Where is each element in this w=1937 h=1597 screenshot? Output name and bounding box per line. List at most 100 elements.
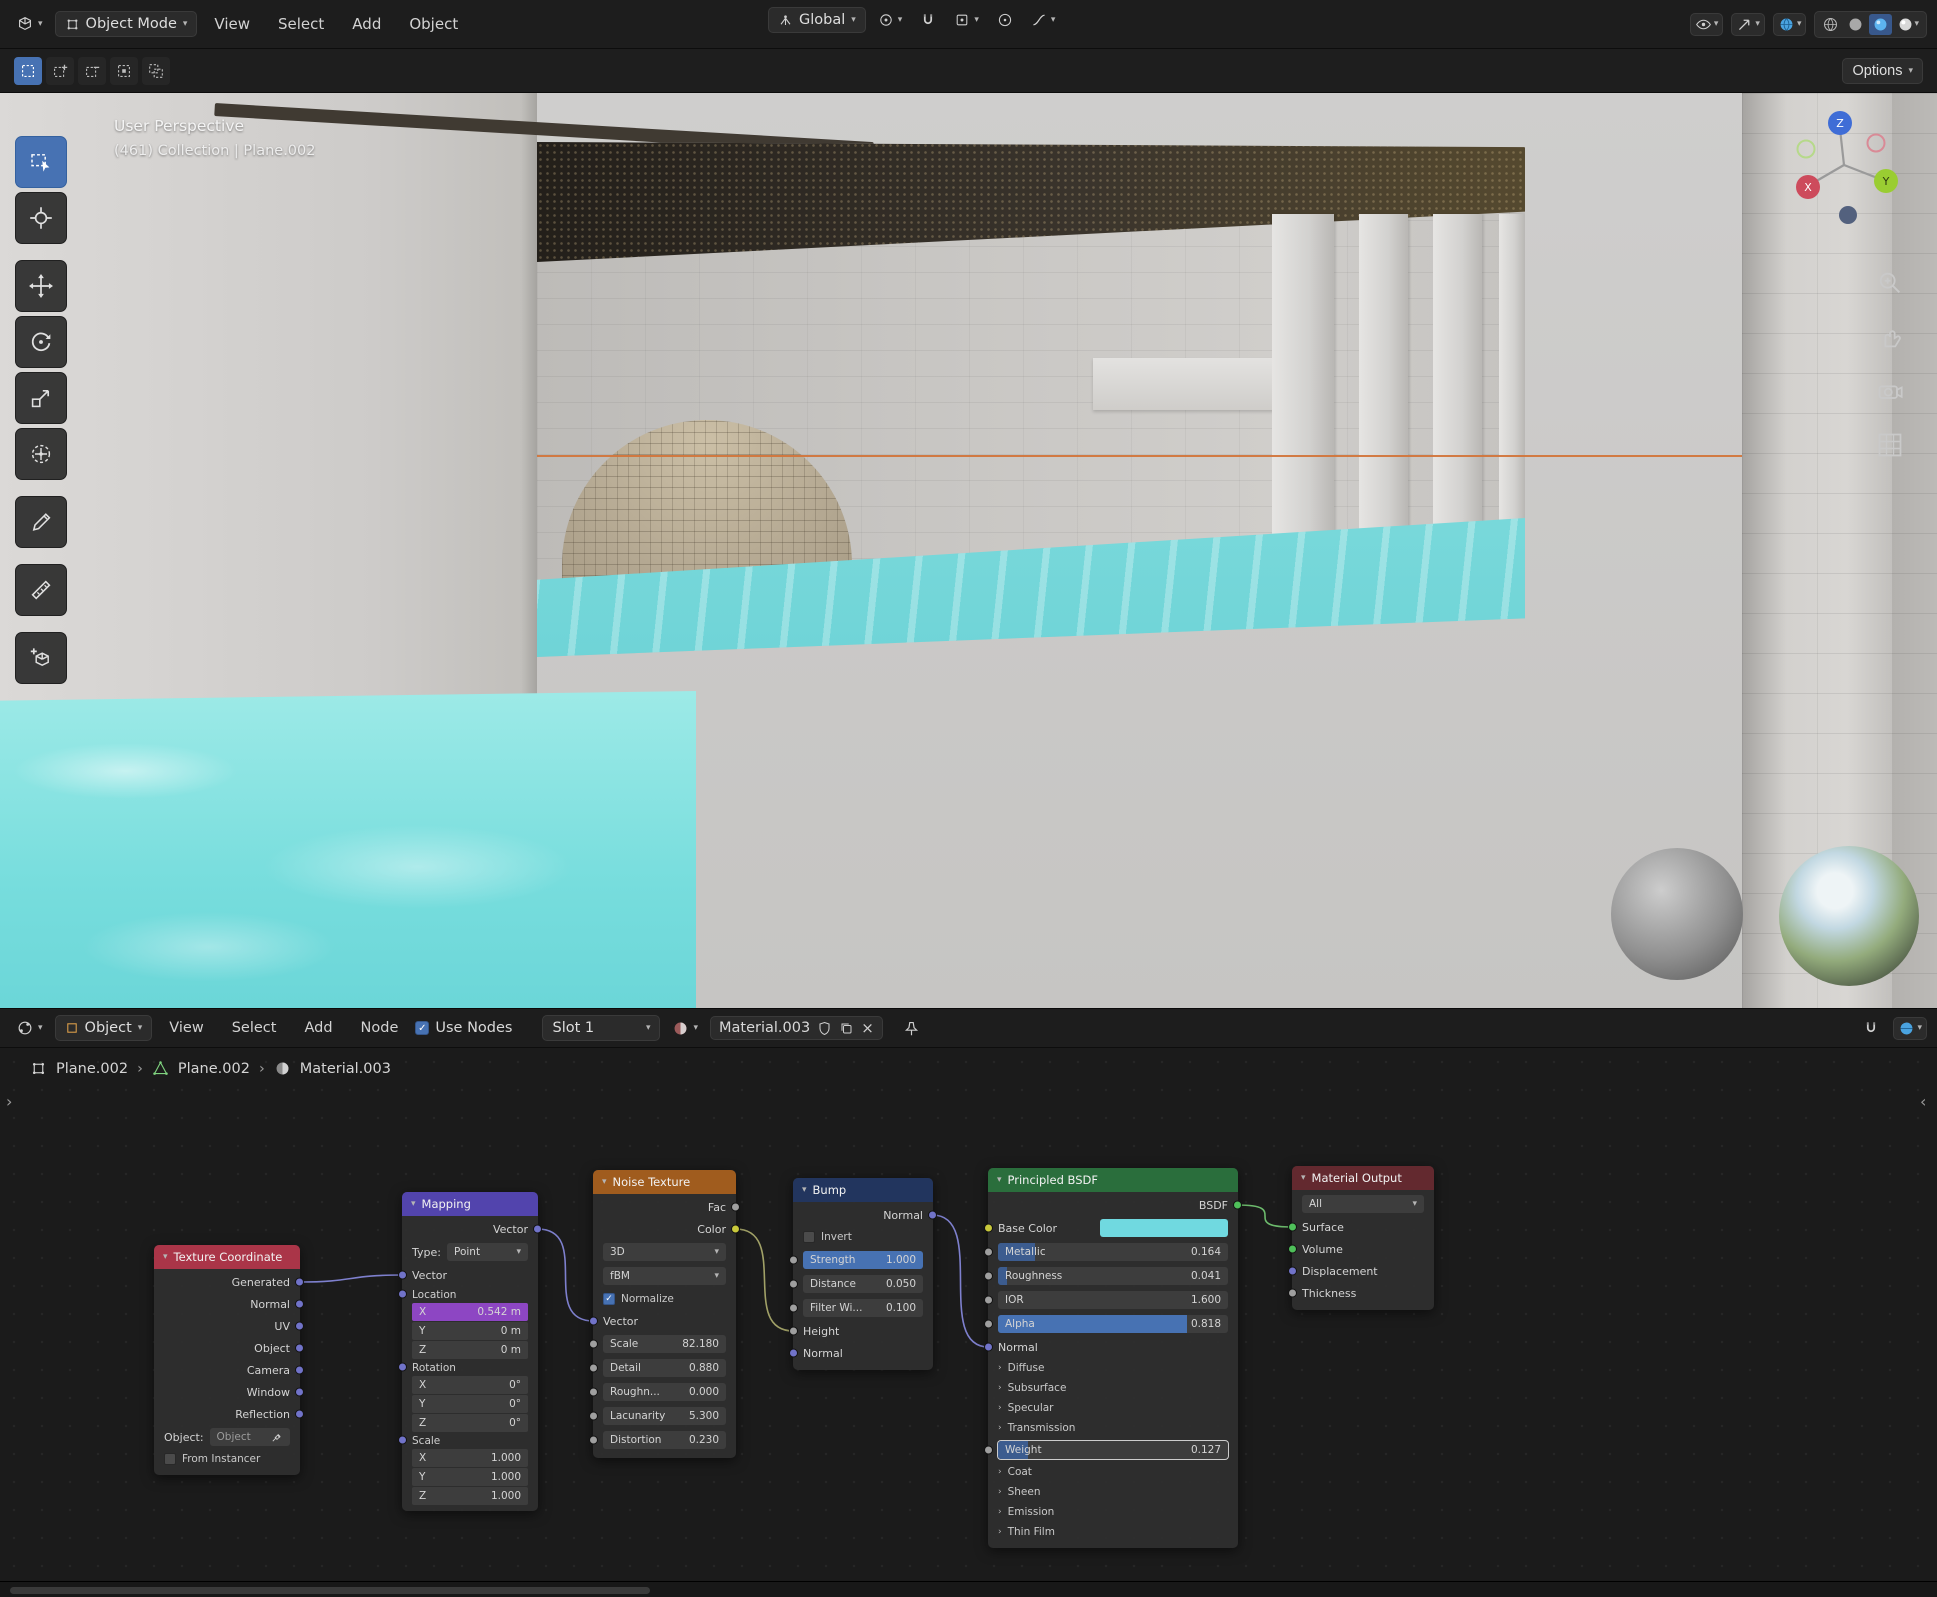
gizmo-dropdown[interactable]: ▾ [1731, 13, 1765, 36]
tool-scale-button[interactable] [15, 372, 67, 424]
tool-move-button[interactable] [15, 260, 67, 312]
material-browse-dropdown[interactable]: ▾ [666, 1016, 704, 1041]
viewport-3d[interactable]: User Perspective (461) Collection | Plan… [0, 93, 1937, 1008]
sk-noise-lacunarity-in[interactable] [589, 1412, 598, 1421]
snap-toggle[interactable] [914, 8, 942, 32]
sk-principled-bsdf-out[interactable] [1233, 1201, 1242, 1210]
shading-solid-button[interactable] [1844, 14, 1867, 35]
copy-icon[interactable] [839, 1021, 854, 1036]
sk-noise-vector-in[interactable] [589, 1317, 598, 1326]
scale-x-field[interactable]: X1.000 [412, 1449, 528, 1467]
tool-measure-button[interactable] [15, 564, 67, 616]
editor-type-button[interactable]: ▾ [10, 11, 49, 37]
scale-y-field[interactable]: Y1.000 [412, 1468, 528, 1486]
collapse-icon[interactable]: ▾ [802, 1186, 807, 1195]
select-mode-invert-button[interactable] [110, 57, 138, 85]
sk-mapping-vector-in[interactable] [398, 1271, 407, 1280]
panel-collapse-arrow[interactable]: ‹ [1920, 1092, 1926, 1111]
sk-noise-detail-in[interactable] [589, 1364, 598, 1373]
shader-overlays-dropdown[interactable]: ▾ [1893, 1017, 1927, 1040]
tool-rotate-button[interactable] [15, 316, 67, 368]
transmission-weight-field[interactable]: Weight0.127 [998, 1441, 1228, 1459]
section-specular[interactable]: ›Specular [988, 1398, 1238, 1418]
shader-menu-add[interactable]: Add [293, 1016, 343, 1040]
use-nodes-checkbox[interactable]: ✓ [415, 1021, 429, 1035]
zoom-button[interactable] [1876, 269, 1904, 297]
visibility-dropdown[interactable]: ▾ [1690, 13, 1724, 36]
sk-noise-color-out[interactable] [731, 1225, 740, 1234]
select-mode-extend-button[interactable] [46, 57, 74, 85]
sk-output-surface-in[interactable] [1288, 1223, 1297, 1232]
shader-menu-select[interactable]: Select [221, 1016, 288, 1040]
sk-mapping-rotation-in[interactable] [398, 1363, 407, 1372]
sk-principled-weight-in[interactable] [984, 1446, 993, 1455]
from-instancer-checkbox[interactable] [164, 1453, 176, 1465]
node-header[interactable]: ▾ Texture Coordinate [154, 1245, 300, 1269]
rotation-x-field[interactable]: X0° [412, 1376, 528, 1394]
pivot-dropdown[interactable]: ▾ [872, 8, 909, 32]
tool-add-cube-button[interactable] [15, 632, 67, 684]
sk-noise-scale-in[interactable] [589, 1340, 598, 1349]
node-graph[interactable]: › ‹ Plane.002 › Plane.002 › Material.003… [0, 1048, 1937, 1581]
select-mode-subtract-button[interactable] [78, 57, 106, 85]
menu-object[interactable]: Object [398, 11, 469, 37]
mapping-type-dropdown[interactable]: Point ▾ [447, 1243, 528, 1261]
bump-strength-field[interactable]: Strength1.000 [803, 1251, 923, 1269]
sk-bump-height-in[interactable] [789, 1327, 798, 1336]
noise-roughness-field[interactable]: Roughn...0.000 [603, 1383, 726, 1401]
gizmo-neg-x-axis[interactable] [1868, 135, 1885, 152]
rotation-y-field[interactable]: Y0° [412, 1395, 528, 1413]
output-target-dropdown[interactable]: All▾ [1302, 1195, 1424, 1213]
bump-distance-field[interactable]: Distance0.050 [803, 1275, 923, 1293]
bump-filter-field[interactable]: Filter Wi...0.100 [803, 1299, 923, 1317]
navigation-gizmo[interactable]: Z X Y [1786, 103, 1906, 243]
sk-texcoord-generated[interactable] [295, 1278, 304, 1287]
node-principled-bsdf[interactable]: ▾ Principled BSDF BSDF Base Color Metall… [988, 1168, 1238, 1548]
invert-checkbox[interactable] [803, 1231, 815, 1243]
shader-menu-view[interactable]: View [158, 1016, 214, 1040]
section-transmission[interactable]: ›Transmission [988, 1418, 1238, 1438]
noise-type-dropdown[interactable]: fBM▾ [603, 1267, 726, 1285]
sk-principled-alpha-in[interactable] [984, 1320, 993, 1329]
breadcrumb-material[interactable]: Material.003 [300, 1061, 391, 1077]
scrollbar-thumb[interactable] [10, 1587, 650, 1594]
menu-add[interactable]: Add [341, 11, 392, 37]
roughness-field[interactable]: Roughness0.041 [998, 1267, 1228, 1285]
section-coat[interactable]: ›Coat [988, 1462, 1238, 1482]
section-thin-film[interactable]: ›Thin Film [988, 1522, 1238, 1542]
slot-dropdown[interactable]: Slot 1 ▾ [542, 1015, 660, 1041]
section-sheen[interactable]: ›Sheen [988, 1482, 1238, 1502]
node-header[interactable]: ▾ Mapping [402, 1192, 538, 1216]
shading-wireframe-button[interactable] [1819, 14, 1842, 35]
collapse-icon[interactable]: ▾ [163, 1253, 168, 1262]
overlays-dropdown[interactable]: ▾ [1773, 13, 1807, 36]
node-header[interactable]: ▾ Noise Texture [593, 1170, 736, 1194]
collapse-icon[interactable]: ▾ [1301, 1174, 1306, 1183]
collapse-icon[interactable]: ▾ [602, 1178, 607, 1187]
tool-transform-button[interactable] [15, 428, 67, 480]
horizontal-scrollbar[interactable] [0, 1581, 1937, 1597]
sk-texcoord-uv[interactable] [295, 1322, 304, 1331]
sk-bump-normal-out[interactable] [928, 1211, 937, 1220]
section-diffuse[interactable]: ›Diffuse [988, 1358, 1238, 1378]
tool-annotate-button[interactable] [15, 496, 67, 548]
sk-output-displacement-in[interactable] [1288, 1267, 1297, 1276]
node-mapping[interactable]: ▾ Mapping Vector Type: Point ▾ Vector Lo… [402, 1192, 538, 1511]
sk-output-volume-in[interactable] [1288, 1245, 1297, 1254]
location-x-field[interactable]: X0.542 m [412, 1303, 528, 1321]
shading-material-button[interactable] [1869, 14, 1892, 35]
breadcrumb-mesh[interactable]: Plane.002 [178, 1061, 250, 1077]
sk-principled-roughness-in[interactable] [984, 1272, 993, 1281]
node-material-output[interactable]: ▾ Material Output All▾ Surface Volume Di… [1292, 1166, 1434, 1310]
pan-hand-button[interactable] [1876, 323, 1904, 351]
shader-snap-toggle[interactable] [1857, 1016, 1885, 1040]
pin-icon[interactable] [903, 1020, 920, 1037]
noise-detail-field[interactable]: Detail0.880 [603, 1359, 726, 1377]
camera-view-button[interactable] [1876, 377, 1904, 405]
gizmo-neg-y-axis[interactable] [1798, 141, 1815, 158]
select-mode-new-button[interactable] [14, 57, 42, 85]
sk-noise-fac-out[interactable] [731, 1203, 740, 1212]
sk-texcoord-window[interactable] [295, 1388, 304, 1397]
noise-distortion-field[interactable]: Distortion0.230 [603, 1431, 726, 1449]
metallic-field[interactable]: Metallic0.164 [998, 1243, 1228, 1261]
